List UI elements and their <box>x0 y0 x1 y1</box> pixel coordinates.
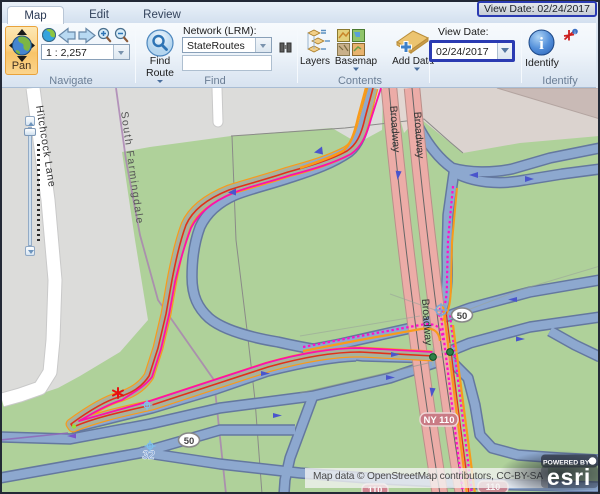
svg-text:50: 50 <box>184 436 195 447</box>
svg-text:esri: esri <box>547 464 591 490</box>
svg-text:50: 50 <box>457 311 468 322</box>
svg-text:NY 110: NY 110 <box>424 415 455 426</box>
svg-text:i: i <box>539 34 544 53</box>
svg-text:32: 32 <box>142 450 155 462</box>
